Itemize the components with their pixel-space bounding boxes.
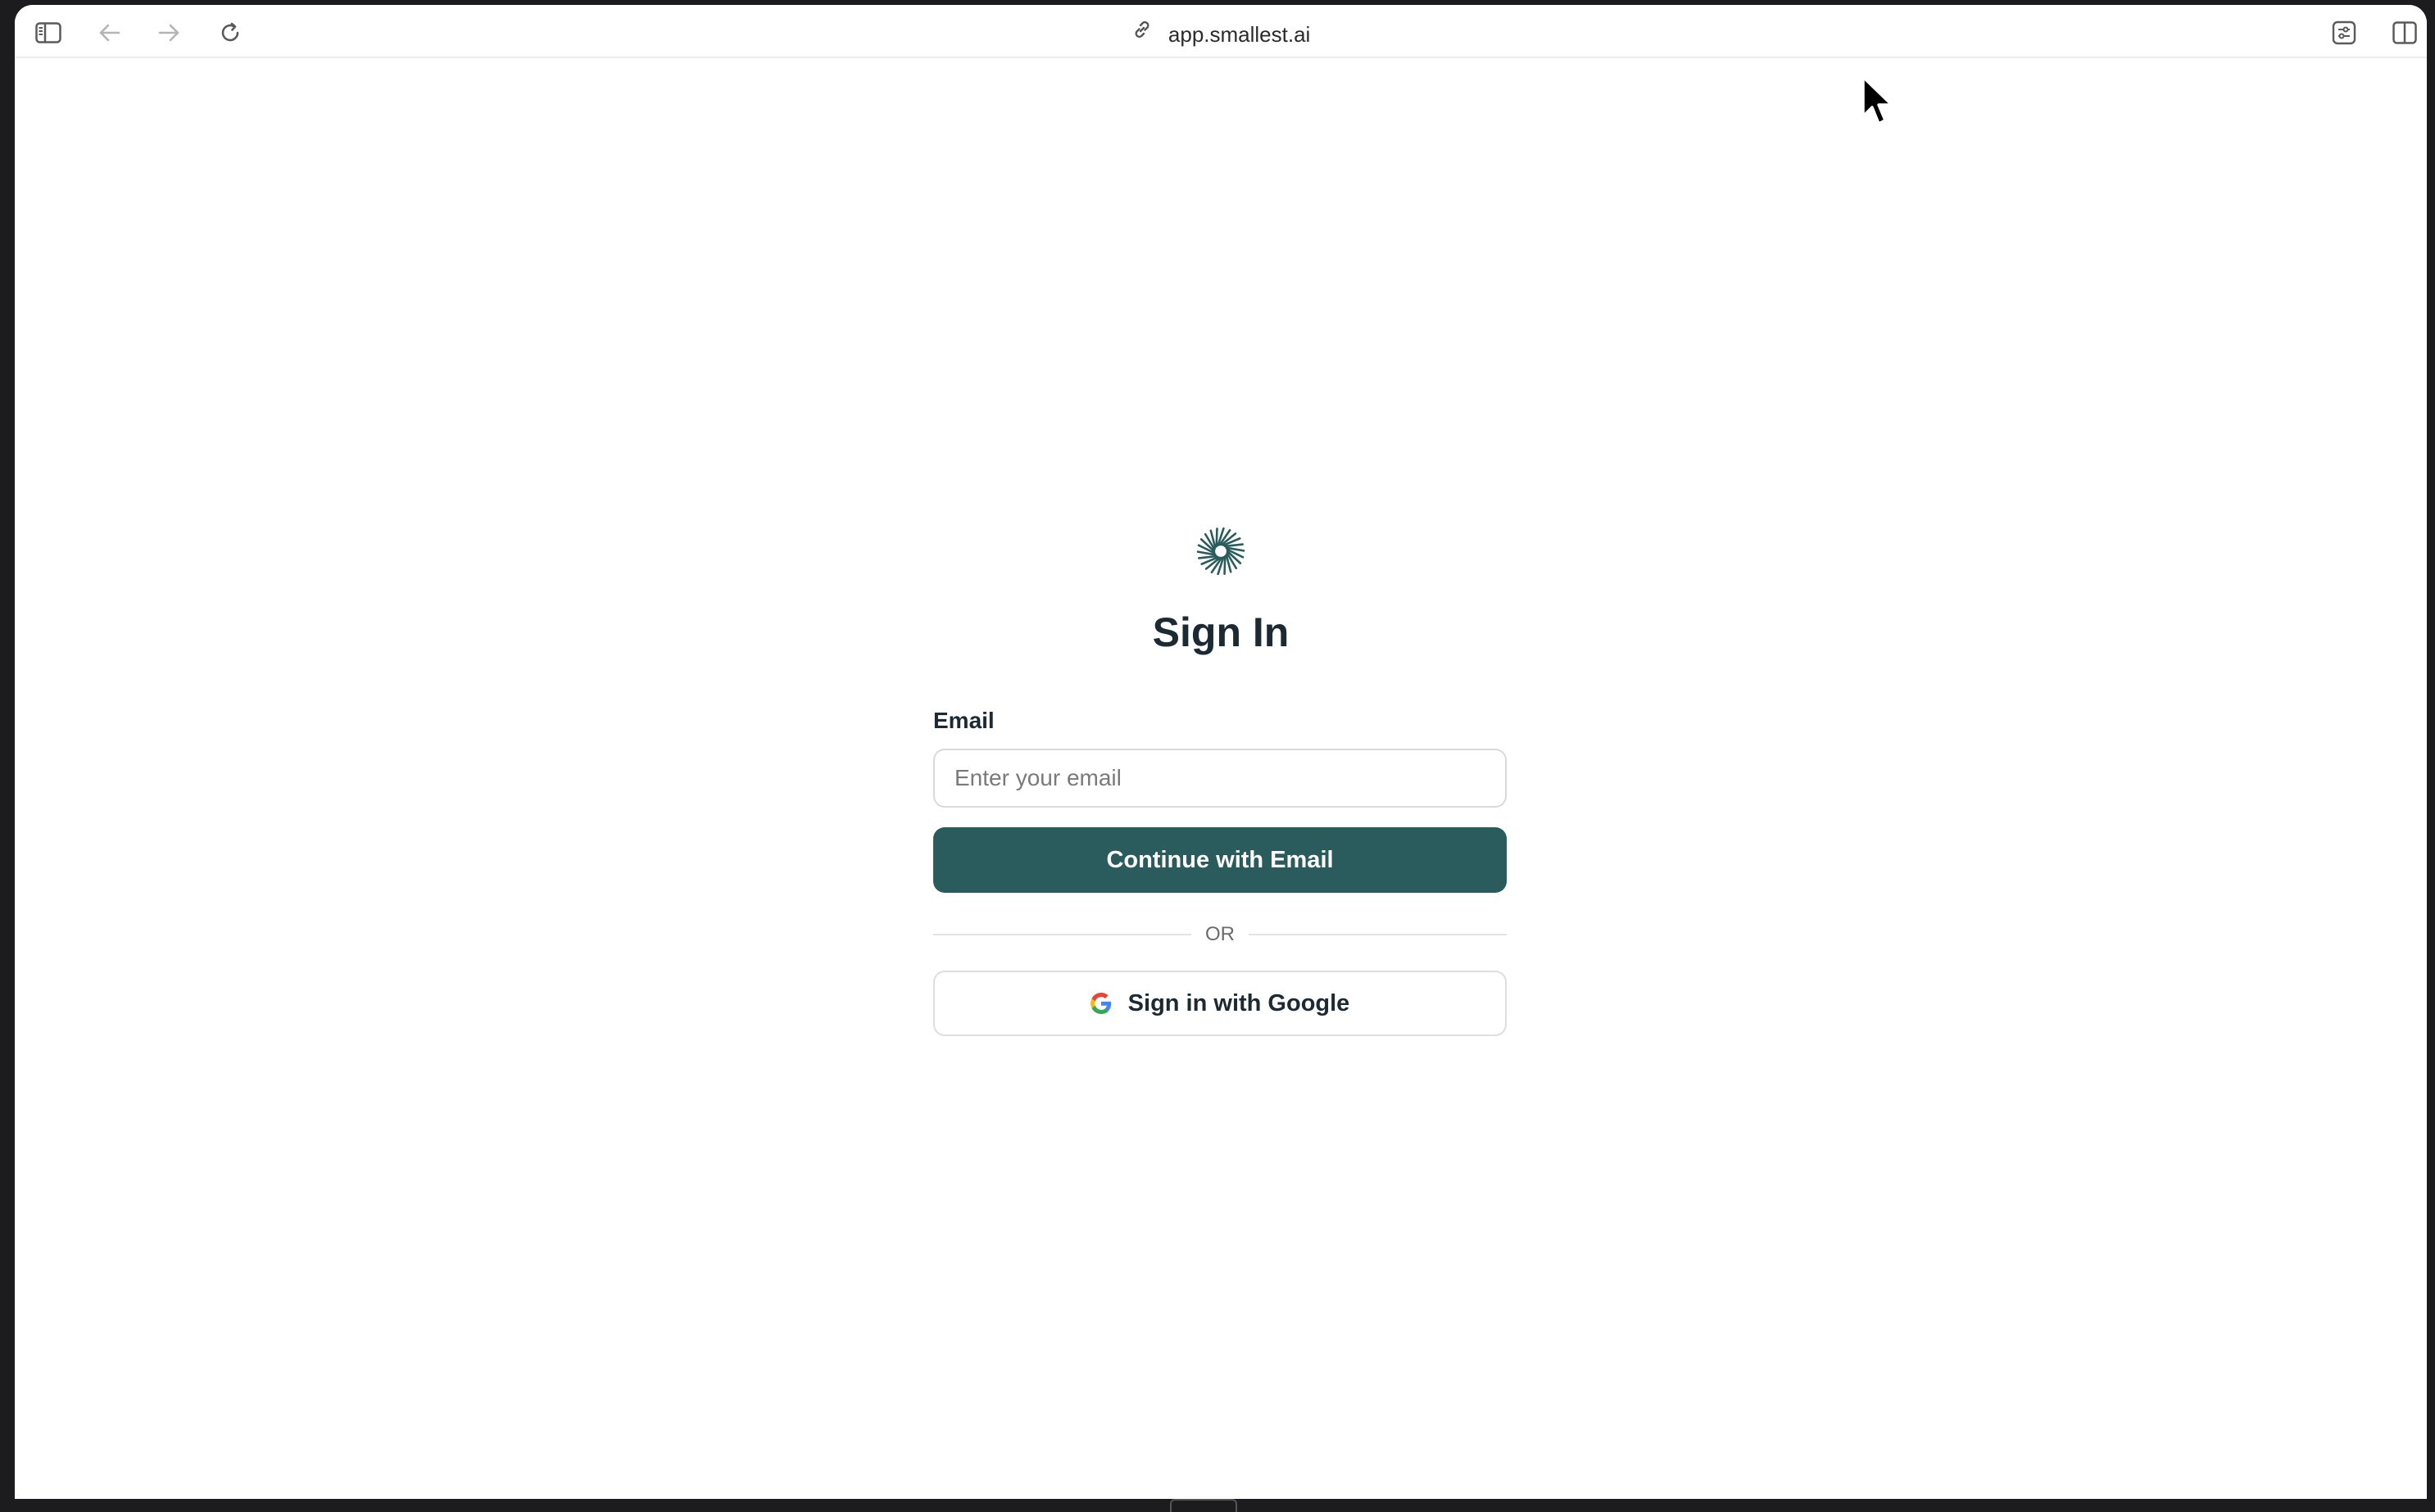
url-text: app.smallest.ai <box>1168 22 1311 48</box>
or-divider: OR <box>933 922 1507 947</box>
page-content: Sign In Email Continue with Email OR <box>15 58 2427 1499</box>
google-icon <box>1090 993 1112 1014</box>
signin-form: Email Continue with Email OR Sign in w <box>933 707 1507 1036</box>
continue-with-email-button[interactable]: Continue with Email <box>933 827 1507 893</box>
email-label: Email <box>933 708 995 733</box>
smallest-logo-icon <box>1195 525 1247 577</box>
browser-window: app.smallest.ai Sign In Email Continue w… <box>15 5 2427 1499</box>
sign-in-with-google-button[interactable]: Sign in with Google <box>933 971 1507 1036</box>
divider-line-right <box>1249 934 1507 935</box>
page-title: Sign In <box>1152 609 1290 655</box>
address-bar[interactable]: app.smallest.ai <box>15 18 2427 48</box>
google-button-label: Sign in with Google <box>1127 989 1350 1016</box>
mouse-cursor-icon <box>1860 74 1898 131</box>
email-input[interactable] <box>933 749 1507 808</box>
browser-toolbar: app.smallest.ai <box>15 5 2427 58</box>
split-view-icon[interactable] <box>2391 19 2419 47</box>
link-icon <box>1131 18 1153 48</box>
sliders-icon[interactable] <box>2330 19 2358 47</box>
window-handle <box>1170 1499 1237 1512</box>
